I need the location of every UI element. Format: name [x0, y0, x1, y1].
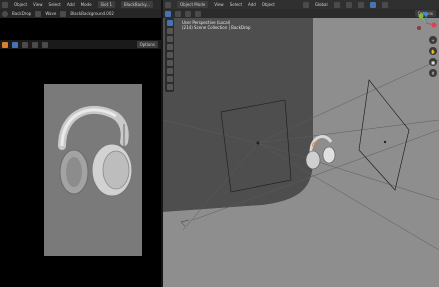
zoom-icon[interactable]: + — [429, 36, 437, 44]
transform-orientation[interactable]: Global — [315, 2, 328, 7]
rotate-tool-icon[interactable] — [166, 44, 173, 50]
vp-menu-select[interactable]: Select — [230, 2, 242, 7]
object-icon — [2, 10, 8, 17]
visibility-icon[interactable] — [357, 1, 364, 8]
backdrop-label[interactable]: BackDrop — [12, 11, 31, 16]
select-mode-icon-2[interactable] — [185, 10, 191, 17]
light-origin — [256, 141, 260, 145]
grid-toggle-icon[interactable]: # — [429, 69, 437, 77]
ear-cap-right — [102, 150, 130, 190]
transform-tool-icon[interactable] — [166, 60, 173, 66]
menu-object[interactable]: Object — [14, 2, 27, 7]
mode-selector[interactable]: Object Mode — [177, 1, 209, 8]
navigation-buttons: + ✋ ■ # — [429, 36, 437, 77]
wave-icon — [35, 10, 42, 17]
transform-orientation-icon[interactable] — [302, 1, 309, 8]
move-tool-icon[interactable] — [166, 36, 173, 42]
backdrop-plane — [163, 18, 313, 212]
display-icon[interactable] — [22, 41, 28, 48]
shading-render-icon[interactable] — [381, 1, 388, 8]
pan-hand-icon[interactable]: ✋ — [429, 47, 437, 55]
annotate-tool-icon[interactable] — [166, 68, 173, 74]
pin-icon[interactable] — [2, 41, 8, 48]
camera-view-icon[interactable]: ■ — [429, 58, 437, 66]
neg-x-axis-icon[interactable] — [417, 26, 421, 30]
ear-pad-left — [66, 157, 82, 187]
menu-select[interactable]: Select — [49, 2, 61, 7]
select-mode-icon-3[interactable] — [195, 10, 201, 17]
image-icon — [60, 10, 67, 17]
vp-menu-view[interactable]: View — [214, 2, 224, 7]
viewport-scene — [163, 18, 439, 287]
image-name[interactable]: BlackBackground.002 — [70, 11, 114, 16]
left-subheader: BackDrop Wave BlackBackground.002 — [0, 9, 161, 18]
view-mode-icon[interactable] — [12, 41, 18, 48]
material-selector[interactable]: BlackBacky... — [121, 1, 154, 8]
tool-shelf — [165, 18, 174, 92]
light-origin-2 — [383, 140, 387, 144]
menu-mode[interactable]: Mode — [81, 2, 92, 7]
add-cube-tool-icon[interactable] — [166, 84, 173, 90]
viewport-editor-icon[interactable] — [165, 1, 171, 8]
overlay-icon[interactable] — [32, 41, 38, 48]
menu-view[interactable]: View — [33, 2, 43, 7]
measure-tool-icon[interactable] — [166, 76, 173, 82]
cursor-tool-icon[interactable] — [166, 28, 173, 34]
slot-selector[interactable]: Slot 1 — [97, 1, 116, 8]
left-toolbar-row: Options — [0, 40, 161, 49]
shading-solid-icon[interactable] — [369, 1, 376, 8]
z-axis-icon[interactable] — [424, 12, 428, 16]
left-options-button[interactable]: Options — [136, 41, 158, 48]
y-axis-icon[interactable] — [418, 13, 424, 19]
select-box-icon[interactable] — [165, 10, 171, 17]
image-editor: Object View Select Add Mode Slot 1 Black… — [0, 0, 161, 287]
headphones-render — [58, 105, 133, 197]
navigation-gizmo[interactable] — [415, 12, 437, 34]
editor-type-icon[interactable] — [2, 1, 8, 8]
camera-icon[interactable] — [42, 41, 48, 48]
render-preview — [44, 84, 142, 256]
vp-menu-add[interactable]: Add — [248, 2, 256, 7]
snap-icon[interactable] — [333, 1, 340, 8]
select-mode-icon[interactable] — [175, 10, 181, 17]
menu-add[interactable]: Add — [67, 2, 75, 7]
viewport-info: User Perspective (Local) (214) Scene Col… — [182, 20, 251, 30]
viewport-subtitle: (214) Scene Collection | BackDrop — [182, 25, 251, 30]
select-tool-icon[interactable] — [166, 20, 173, 26]
wave-label[interactable]: Wave — [45, 11, 56, 16]
proportional-icon[interactable] — [345, 1, 352, 8]
left-header: Object View Select Add Mode Slot 1 Black… — [0, 0, 161, 9]
vp-menu-object[interactable]: Object — [262, 2, 275, 7]
x-axis-icon[interactable] — [431, 22, 437, 28]
viewport-header: Object Mode View Select Add Object Globa… — [163, 0, 439, 9]
scale-tool-icon[interactable] — [166, 52, 173, 58]
3d-viewport[interactable]: Object Mode View Select Add Object Globa… — [163, 0, 439, 287]
viewport-subheader: Options — [163, 9, 439, 18]
